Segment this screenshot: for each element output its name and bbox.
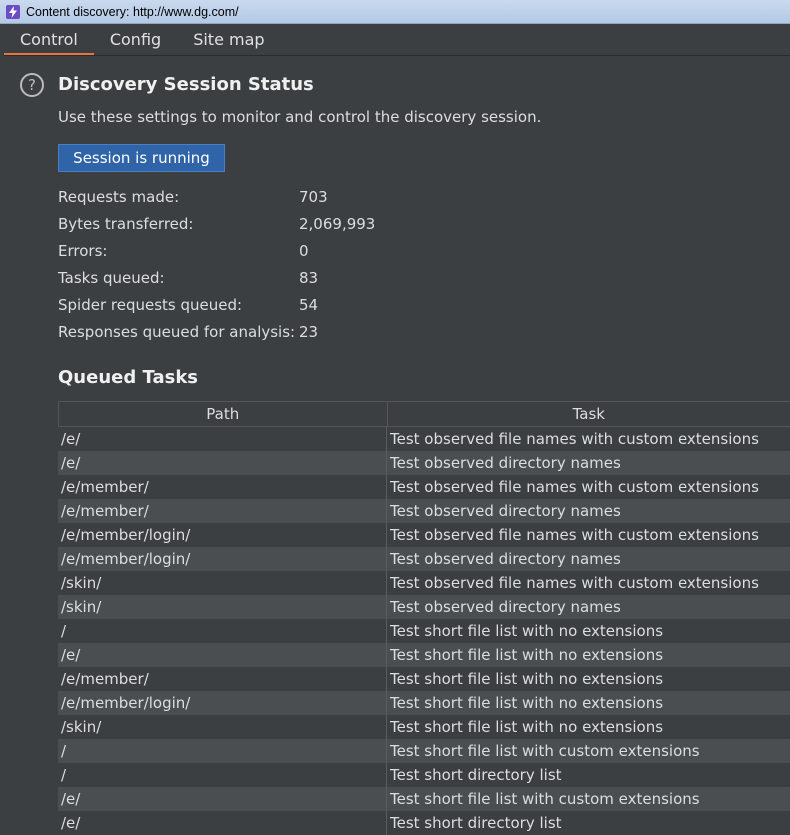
window-title: Content discovery: http://www.dg.com/ <box>26 4 239 19</box>
cell-task: Test observed directory names <box>390 550 621 568</box>
table-row[interactable]: /e/member/login/ Test observed directory… <box>58 547 790 571</box>
tab-control[interactable]: Control <box>4 24 94 55</box>
table-row[interactable]: /e/member/ Test short file list with no … <box>58 667 790 691</box>
table-row[interactable]: /e/ Test short directory list <box>58 811 790 835</box>
cell-path: /skin/ <box>58 715 387 739</box>
table-row[interactable]: / Test short file list with no extension… <box>58 619 790 643</box>
table-row[interactable]: /e/member/login/ Test observed file name… <box>58 523 790 547</box>
table-row[interactable]: /e/ Test observed file names with custom… <box>58 427 790 451</box>
cell-path: /e/ <box>58 787 387 811</box>
tab-config[interactable]: Config <box>94 24 177 55</box>
cell-task: Test observed file names with custom ext… <box>390 430 759 448</box>
lightning-icon <box>6 4 20 19</box>
cell-path: /e/member/ <box>58 475 387 499</box>
cell-task: Test short file list with custom extensi… <box>390 742 700 760</box>
cell-path: /skin/ <box>58 595 387 619</box>
stat-value: 83 <box>299 269 319 287</box>
cell-path: /e/ <box>58 451 387 475</box>
cell-task: Test observed directory names <box>390 454 621 472</box>
table-row[interactable]: /e/member/login/ Test short file list wi… <box>58 691 790 715</box>
stat-value: 703 <box>299 188 328 206</box>
cell-task: Test short file list with no extensions <box>390 694 664 712</box>
table-row[interactable]: /skin/ Test observed directory names <box>58 595 790 619</box>
cell-task: Test short directory list <box>390 766 562 784</box>
cell-path: /e/ <box>58 643 387 667</box>
stat-spider-requests-queued: Spider requests queued: 54 <box>58 294 458 321</box>
tab-bar: Control Config Site map <box>4 24 790 56</box>
cell-path: /e/member/ <box>58 667 387 691</box>
cell-task: Test observed file names with custom ext… <box>390 526 759 544</box>
cell-path: /skin/ <box>58 571 387 595</box>
session-stats: Requests made: 703 Bytes transferred: 2,… <box>58 186 458 348</box>
tab-site-map[interactable]: Site map <box>177 24 280 55</box>
cell-task: Test short directory list <box>390 814 562 832</box>
cell-task: Test short file list with no extensions <box>390 718 664 736</box>
cell-path: /e/ <box>58 811 387 835</box>
cell-path: /e/member/login/ <box>58 691 387 715</box>
queued-tasks-table: Path Task /e/ Test observed file names w… <box>58 401 790 835</box>
stat-responses-queued: Responses queued for analysis: 23 <box>58 321 458 348</box>
table-row[interactable]: /skin/ Test observed file names with cus… <box>58 571 790 595</box>
cell-task: Test short file list with custom extensi… <box>390 790 700 808</box>
session-status-heading: Discovery Session Status <box>58 74 314 95</box>
table-row[interactable]: /skin/ Test short file list with no exte… <box>58 715 790 739</box>
table-row[interactable]: / Test short directory list <box>58 763 790 787</box>
stat-value: 23 <box>299 323 319 341</box>
stat-errors: Errors: 0 <box>58 240 458 267</box>
table-row[interactable]: /e/ Test short file list with custom ext… <box>58 787 790 811</box>
column-header-task[interactable]: Task <box>388 402 790 426</box>
cell-task: Test observed directory names <box>390 502 621 520</box>
table-row[interactable]: /e/ Test observed directory names <box>58 451 790 475</box>
stat-label: Tasks queued: <box>58 269 165 287</box>
table-header: Path Task <box>58 401 790 427</box>
stat-tasks-queued: Tasks queued: 83 <box>58 267 458 294</box>
stat-value: 0 <box>299 242 309 260</box>
table-row[interactable]: /e/member/ Test observed file names with… <box>58 475 790 499</box>
stat-label: Errors: <box>58 242 108 260</box>
window-titlebar: Content discovery: http://www.dg.com/ <box>0 0 790 24</box>
cell-path: /e/member/ <box>58 499 387 523</box>
stat-label: Spider requests queued: <box>58 296 243 314</box>
stat-label: Responses queued for analysis: <box>58 323 296 341</box>
control-panel: ? Discovery Session Status Use these set… <box>4 57 790 835</box>
table-row[interactable]: / Test short file list with custom exten… <box>58 739 790 763</box>
cell-path: / <box>58 739 387 763</box>
stat-bytes-transferred: Bytes transferred: 2,069,993 <box>58 213 458 240</box>
session-running-button[interactable]: Session is running <box>58 144 225 172</box>
cell-path: /e/member/login/ <box>58 547 387 571</box>
column-header-path[interactable]: Path <box>59 402 388 426</box>
cell-path: /e/member/login/ <box>58 523 387 547</box>
cell-path: /e/ <box>58 427 387 451</box>
cell-task: Test short file list with no extensions <box>390 670 664 688</box>
cell-task: Test observed directory names <box>390 598 621 616</box>
stat-label: Requests made: <box>58 188 180 206</box>
queued-tasks-heading: Queued Tasks <box>58 367 199 388</box>
stat-value: 2,069,993 <box>299 215 376 233</box>
cell-task: Test short file list with no extensions <box>390 622 664 640</box>
cell-path: / <box>58 619 387 643</box>
table-row[interactable]: /e/ Test short file list with no extensi… <box>58 643 790 667</box>
cell-task: Test observed file names with custom ext… <box>390 574 759 592</box>
stat-value: 54 <box>299 296 319 314</box>
cell-task: Test short file list with no extensions <box>390 646 664 664</box>
table-row[interactable]: /e/member/ Test observed directory names <box>58 499 790 523</box>
cell-task: Test observed file names with custom ext… <box>390 478 759 496</box>
stat-requests-made: Requests made: 703 <box>58 186 458 213</box>
session-status-description: Use these settings to monitor and contro… <box>58 108 542 126</box>
stat-label: Bytes transferred: <box>58 215 194 233</box>
cell-path: / <box>58 763 387 787</box>
question-circle-icon[interactable]: ? <box>20 73 44 97</box>
